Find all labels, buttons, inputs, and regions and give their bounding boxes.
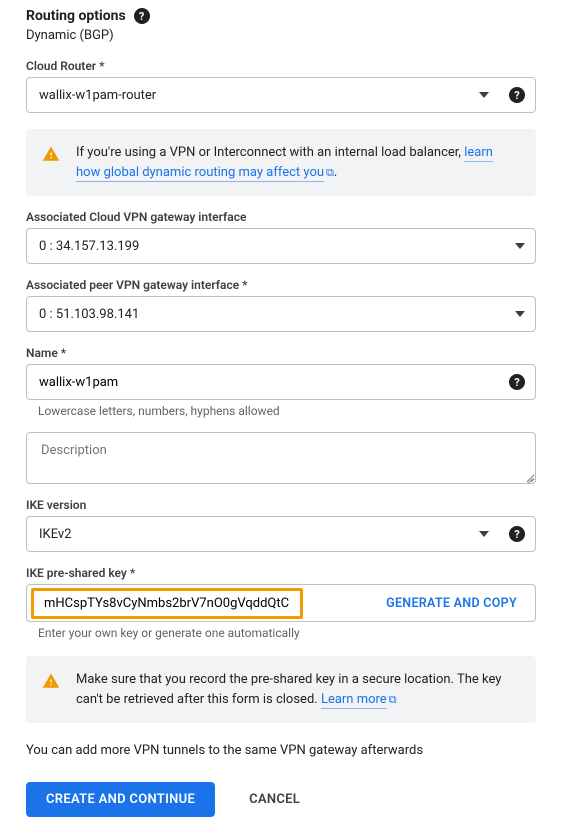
create-and-continue-button[interactable]: CREATE AND CONTINUE <box>26 782 215 817</box>
generate-and-copy-button[interactable]: GENERATE AND COPY <box>380 595 523 612</box>
chevron-down-icon <box>515 311 525 317</box>
name-input-wrap: ? <box>26 364 536 400</box>
psk-highlight <box>31 588 303 619</box>
ike-version-value: IKEv2 <box>39 527 72 542</box>
footer-note: You can add more VPN tunnels to the same… <box>26 743 536 758</box>
learn-more-link[interactable]: Learn more <box>321 692 387 709</box>
chevron-down-icon <box>515 243 525 249</box>
name-label: Name * <box>26 346 536 360</box>
chevron-down-icon <box>479 531 489 537</box>
help-icon[interactable]: ? <box>509 87 525 103</box>
help-icon[interactable]: ? <box>509 526 525 542</box>
warning-icon <box>42 145 60 170</box>
help-icon[interactable]: ? <box>134 8 150 24</box>
assoc-cloud-label: Associated Cloud VPN gateway interface <box>26 210 536 224</box>
psk-label: IKE pre-shared key * <box>26 566 536 580</box>
resize-handle-icon[interactable] <box>523 471 533 481</box>
assoc-peer-value: 0 : 51.103.98.141 <box>39 307 139 322</box>
name-input[interactable] <box>39 375 523 390</box>
chevron-down-icon <box>479 92 489 98</box>
psk-helper: Enter your own key or generate one autom… <box>26 626 536 640</box>
info-psk-text: Make sure that you record the pre-shared… <box>76 672 501 707</box>
info-text: If you're using a VPN or Interconnect wi… <box>76 145 464 160</box>
help-icon[interactable]: ? <box>509 374 525 390</box>
cloud-router-value: wallix-w1pam-router <box>39 88 156 103</box>
info-box-routing: If you're using a VPN or Interconnect wi… <box>26 129 536 196</box>
info-box-psk: Make sure that you record the pre-shared… <box>26 656 536 723</box>
psk-row: GENERATE AND COPY <box>26 584 536 622</box>
ike-version-select[interactable]: IKEv2 ? <box>26 516 536 552</box>
psk-input[interactable] <box>42 595 292 612</box>
page-title: Routing options <box>26 8 126 24</box>
external-link-icon: ⧉ <box>389 693 397 706</box>
warning-icon <box>42 672 60 697</box>
button-row: CREATE AND CONTINUE CANCEL <box>26 782 536 817</box>
assoc-cloud-select[interactable]: 0 : 34.157.13.199 <box>26 228 536 264</box>
assoc-cloud-value: 0 : 34.157.13.199 <box>39 239 139 254</box>
assoc-peer-label: Associated peer VPN gateway interface * <box>26 278 536 292</box>
ike-version-label: IKE version <box>26 498 536 512</box>
cancel-button[interactable]: CANCEL <box>243 791 306 808</box>
external-link-icon: ⧉ <box>326 166 334 179</box>
name-helper: Lowercase letters, numbers, hyphens allo… <box>26 404 536 418</box>
routing-type-label: Dynamic (BGP) <box>26 28 536 43</box>
cloud-router-select[interactable]: wallix-w1pam-router ? <box>26 77 536 113</box>
assoc-peer-select[interactable]: 0 : 51.103.98.141 <box>26 296 536 332</box>
description-wrap <box>26 432 536 484</box>
description-input[interactable] <box>39 441 523 471</box>
cloud-router-label: Cloud Router * <box>26 59 536 73</box>
